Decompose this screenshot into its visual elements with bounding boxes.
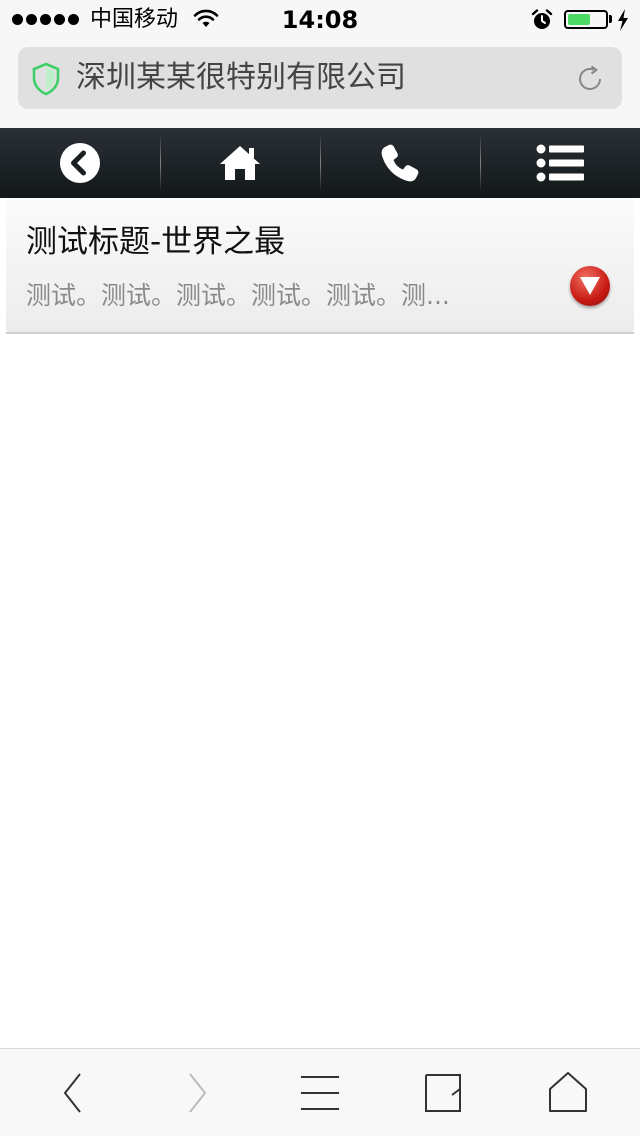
shield-icon — [32, 62, 60, 96]
browser-bottom-bar — [0, 1048, 640, 1136]
home-icon — [220, 146, 260, 180]
menu-button[interactable] — [480, 128, 640, 198]
home-outline-icon[interactable] — [548, 1071, 588, 1115]
battery-tip — [609, 15, 612, 23]
charging-bolt-icon — [618, 9, 628, 31]
back-button[interactable] — [0, 128, 160, 198]
forward-chevron-icon[interactable] — [182, 1071, 212, 1115]
triangle-down-icon — [580, 277, 600, 295]
phone-button[interactable] — [320, 128, 480, 198]
status-bar: 中国移动 14:08 — [0, 0, 640, 40]
back-circle-icon — [60, 143, 100, 183]
item-title: 测试标题-世界之最 — [26, 224, 286, 260]
home-button[interactable] — [160, 128, 320, 198]
expand-button[interactable] — [570, 266, 610, 306]
list-item[interactable]: 测试标题-世界之最 测试。测试。测试。测试。测试。测... — [6, 198, 634, 334]
battery-icon — [564, 10, 608, 29]
alarm-icon — [531, 9, 553, 29]
address-bar[interactable]: 深圳某某很特别有限公司 — [18, 47, 622, 109]
address-bar-area: 深圳某某很特别有限公司 — [0, 40, 640, 128]
item-description: 测试。测试。测试。测试。测试。测... — [26, 281, 450, 310]
tabs-icon[interactable] — [424, 1071, 464, 1115]
page-title: 深圳某某很特别有限公司 — [76, 60, 406, 95]
back-chevron-icon[interactable] — [58, 1071, 88, 1115]
site-nav-toolbar — [0, 128, 640, 198]
menu-icon[interactable] — [300, 1071, 340, 1115]
phone-icon — [381, 144, 419, 182]
reload-icon[interactable] — [574, 63, 606, 95]
menu-list-icon — [536, 144, 584, 182]
